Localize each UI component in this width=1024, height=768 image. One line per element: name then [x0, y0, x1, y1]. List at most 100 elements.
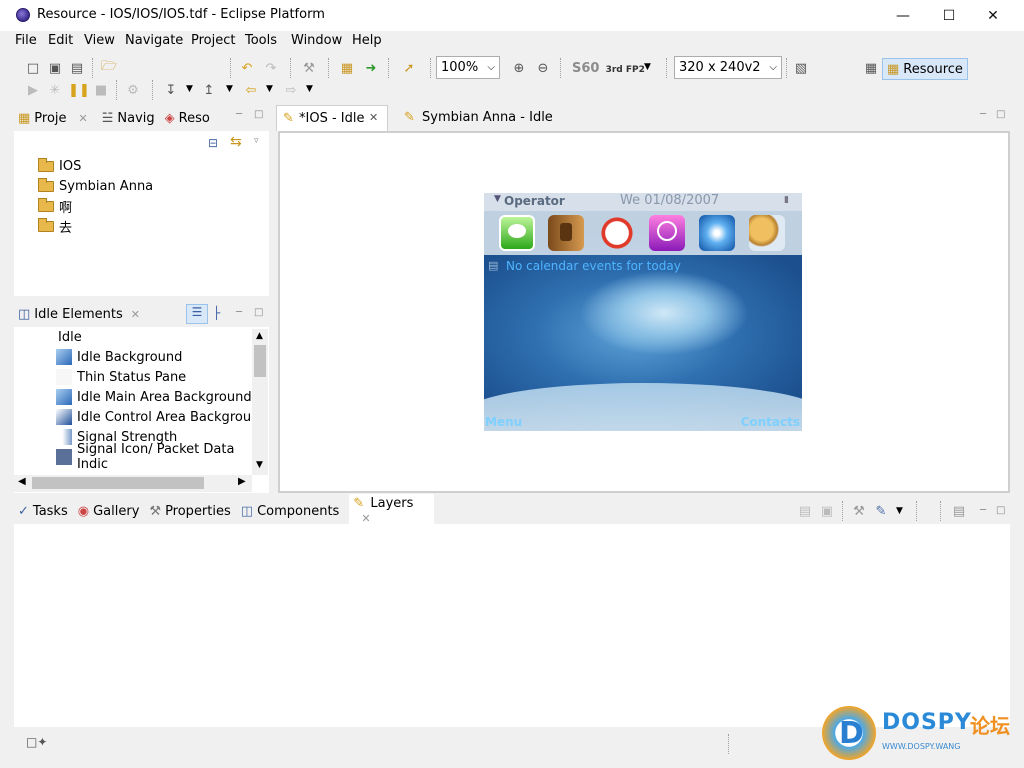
resolution-select[interactable]: 320 x 240v2 ⌵ [674, 56, 782, 79]
close-icon[interactable]: ✕ [79, 112, 88, 125]
paste-icon[interactable]: ▣ [818, 503, 836, 519]
back-icon[interactable]: ⇦ [242, 82, 260, 98]
maximize-view-icon[interactable]: □ [254, 307, 263, 318]
open-perspective-icon[interactable]: ▦ [862, 60, 880, 76]
tree-item[interactable]: Symbian Anna [38, 176, 153, 196]
menu-tools[interactable]: Tools [245, 33, 277, 48]
pin-icon[interactable]: ▤ [950, 503, 968, 519]
tab-gallery[interactable]: Gallery [93, 504, 139, 519]
undo-icon[interactable]: ↶ [238, 60, 256, 76]
new-icon[interactable]: □ [24, 60, 42, 76]
menu-navigate[interactable]: Navigate [125, 33, 183, 48]
minimize-view-icon[interactable]: ─ [236, 307, 242, 318]
tree-view-icon[interactable]: ├ [213, 306, 220, 320]
maximize-view-icon[interactable]: □ [996, 109, 1005, 120]
tool-icon[interactable]: ⚒ [850, 503, 868, 519]
tab-project[interactable]: Proje [34, 111, 66, 126]
phone-preview[interactable]: ▼ Operator We 01/08/2007 ▮ ▤ No calendar… [484, 193, 802, 431]
list-item[interactable]: Idle Main Area Background [56, 387, 252, 407]
debug-icon[interactable]: ✳ [46, 82, 64, 98]
open-folder-icon[interactable]: 🗁 [100, 59, 118, 76]
skip-icon[interactable]: ⚙ [124, 82, 142, 98]
scrollbar-thumb[interactable] [254, 345, 266, 377]
tab-idle-elements[interactable]: Idle Elements [34, 307, 122, 322]
tree-item[interactable]: IOS [38, 156, 81, 176]
maximize-button[interactable]: ☐ [926, 0, 972, 31]
tab-layers-wrapper[interactable]: ✎ Layers ✕ [349, 494, 434, 528]
resource-perspective-button[interactable]: ▦ Resource [882, 58, 968, 80]
list-item[interactable]: Idle Background [56, 347, 182, 367]
tab-resources[interactable]: Reso [179, 111, 210, 126]
edit-icon[interactable]: ✎ [872, 503, 890, 519]
forward-icon[interactable]: ⇨ [282, 82, 300, 98]
minimize-view-icon[interactable]: ─ [980, 505, 986, 516]
list-view-icon[interactable]: ☰ [186, 304, 208, 324]
mail-app-icon[interactable] [749, 215, 785, 251]
tab-components[interactable]: Components [257, 504, 339, 519]
save-all-icon[interactable]: ▤ [68, 60, 86, 76]
view-menu-icon[interactable]: ▿ [254, 136, 259, 146]
menu-file[interactable]: File [15, 33, 37, 48]
redo-icon[interactable]: ↷ [262, 60, 280, 76]
safari-app-icon[interactable] [699, 215, 735, 251]
maximize-view-icon[interactable]: □ [996, 505, 1005, 516]
scroll-up-icon[interactable]: ▲ [256, 331, 263, 341]
tree-root[interactable]: Idle [58, 327, 82, 347]
chevron-down-icon[interactable]: ▼ [306, 84, 313, 94]
minimize-view-icon[interactable]: ─ [980, 109, 986, 120]
list-item[interactable]: Signal Icon/ Packet Data Indic [56, 442, 269, 472]
platform-dropdown-icon[interactable]: ▼ [644, 62, 651, 72]
list-item[interactable]: Idle Control Area Background [56, 407, 268, 427]
layout-icon[interactable]: ▧ [792, 60, 810, 76]
scroll-right-icon[interactable]: ▶ [238, 476, 246, 487]
left-softkey[interactable]: Menu [485, 415, 522, 429]
tree-item[interactable]: 去 [38, 216, 72, 236]
chevron-down-icon[interactable]: ▼ [896, 506, 903, 516]
tab-properties[interactable]: Properties [165, 504, 231, 519]
next-annotation-icon[interactable]: ↧ [162, 82, 180, 98]
tool-icon[interactable]: ⚒ [300, 60, 318, 76]
menu-edit[interactable]: Edit [48, 33, 73, 48]
minimize-button[interactable]: — [880, 0, 926, 31]
tab-tasks[interactable]: Tasks [33, 504, 68, 519]
collapse-all-icon[interactable]: ⊟ [208, 136, 218, 150]
scroll-left-icon[interactable]: ◀ [18, 476, 26, 487]
list-item[interactable]: Thin Status Pane [56, 367, 186, 387]
stop-icon[interactable]: ■ [92, 82, 110, 98]
zoom-select[interactable]: 100% ⌵ [436, 56, 500, 79]
close-icon[interactable]: ✕ [131, 308, 140, 321]
right-softkey[interactable]: Contacts [741, 415, 800, 429]
menu-view[interactable]: View [84, 33, 115, 48]
close-button[interactable]: ✕ [970, 0, 1016, 31]
chevron-down-icon[interactable]: ▼ [226, 84, 233, 94]
chevron-down-icon[interactable]: ▼ [186, 84, 193, 94]
messages-app-icon[interactable] [499, 215, 535, 251]
chevron-down-icon[interactable]: ▼ [266, 84, 273, 94]
pause-icon[interactable]: ❚❚ [68, 82, 90, 98]
save-icon[interactable]: ▣ [46, 60, 64, 76]
platform-selector[interactable]: S60 3rd FP2 [572, 61, 645, 76]
run-icon[interactable]: ▶ [24, 82, 42, 98]
prev-annotation-icon[interactable]: ↥ [200, 82, 218, 98]
tab-ios-idle[interactable]: ✎ *IOS - Idle ✕ [276, 105, 388, 131]
tab-navigator[interactable]: Navig [117, 111, 154, 126]
scroll-down-icon[interactable]: ▼ [256, 460, 263, 470]
menu-help[interactable]: Help [352, 33, 382, 48]
menu-project[interactable]: Project [191, 33, 235, 48]
tree-item[interactable]: 啊 [38, 196, 72, 216]
scrollbar-thumb[interactable] [32, 477, 204, 489]
contacts-app-icon[interactable] [548, 215, 584, 251]
copy-icon[interactable]: ▤ [796, 503, 814, 519]
tab-symbian-anna-idle[interactable]: ✎ Symbian Anna - Idle [398, 105, 558, 131]
fast-view-icon[interactable]: □✦ [26, 735, 47, 749]
clock-app-icon[interactable] [599, 215, 635, 251]
export-icon[interactable]: ➜ [362, 60, 380, 76]
music-app-icon[interactable] [649, 215, 685, 251]
maximize-view-icon[interactable]: □ [254, 109, 263, 120]
package-icon[interactable]: ▦ [338, 60, 356, 76]
zoom-in-icon[interactable]: ⊕ [510, 60, 528, 76]
rocket-icon[interactable]: ➚ [400, 60, 418, 76]
minimize-view-icon[interactable]: ─ [236, 109, 242, 120]
close-icon[interactable]: ✕ [369, 111, 378, 124]
zoom-out-icon[interactable]: ⊖ [534, 60, 552, 76]
